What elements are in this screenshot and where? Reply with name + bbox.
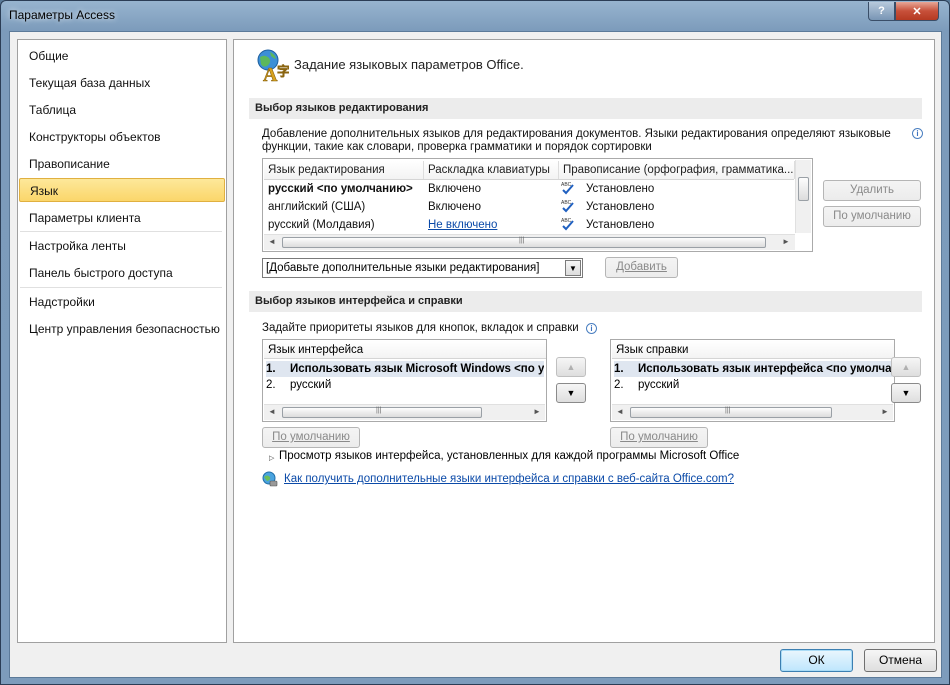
row-language[interactable]: русский <по умолчанию> bbox=[268, 180, 413, 198]
dropdown-arrow-icon[interactable]: ▼ bbox=[565, 260, 581, 276]
category-nav: Общие Текущая база данных Таблица Констр… bbox=[17, 39, 227, 643]
horizontal-scrollbar[interactable]: ◄ ||| ► bbox=[264, 234, 795, 250]
row-keyboard: Включено bbox=[428, 201, 482, 213]
move-down-button[interactable]: ▼ bbox=[556, 383, 586, 403]
scroll-thumb[interactable] bbox=[798, 177, 809, 201]
nav-item-language[interactable]: Язык bbox=[19, 178, 225, 202]
help-language-header: Язык справки bbox=[612, 341, 894, 359]
help-button[interactable]: ? bbox=[868, 2, 895, 21]
vertical-scrollbar[interactable] bbox=[795, 160, 811, 233]
editing-languages-section-title: Выбор языков редактирования bbox=[249, 98, 922, 119]
nav-separator bbox=[20, 231, 222, 232]
scroll-thumb[interactable] bbox=[630, 407, 832, 418]
display-language-list: Язык интерфейса 1. Использовать язык Micr… bbox=[262, 339, 547, 422]
language-globe-icon: A 字 bbox=[257, 49, 289, 82]
close-button[interactable]: ✕ bbox=[895, 2, 939, 21]
row-language[interactable]: английский (США) bbox=[268, 198, 365, 216]
nav-item-object-designers[interactable]: Конструкторы объектов bbox=[19, 125, 225, 149]
row-proofing: Установлено bbox=[586, 183, 655, 195]
nav-item-client-settings[interactable]: Параметры клиента bbox=[19, 206, 225, 230]
nav-item-current-database[interactable]: Текущая база данных bbox=[19, 71, 225, 95]
scroll-right-icon[interactable]: ► bbox=[529, 404, 545, 420]
add-language-button[interactable]: Добавить bbox=[605, 257, 678, 278]
editing-description-line2: функции, такие как словари, проверка гра… bbox=[262, 141, 652, 153]
scroll-left-icon[interactable]: ◄ bbox=[264, 404, 280, 420]
title-bar: Параметры Access ? ✕ bbox=[1, 1, 949, 31]
column-header-keyboard[interactable]: Раскладка клавиатуры bbox=[424, 161, 559, 179]
row-proofing: Установлено bbox=[586, 219, 655, 231]
scroll-thumb[interactable] bbox=[282, 407, 482, 418]
row-keyboard: Включено bbox=[428, 183, 482, 195]
column-header-proofing[interactable]: Правописание (орфография, грамматика... bbox=[559, 161, 795, 179]
display-default-button[interactable]: По умолчанию bbox=[262, 427, 360, 448]
svg-text:字: 字 bbox=[277, 64, 289, 79]
scroll-right-icon[interactable]: ► bbox=[778, 234, 794, 250]
scroll-right-icon[interactable]: ► bbox=[877, 404, 893, 420]
cancel-button[interactable]: Отмена bbox=[864, 649, 937, 672]
abc-check-icon: ABC bbox=[561, 182, 574, 195]
nav-item-quick-access-toolbar[interactable]: Панель быстрого доступа bbox=[19, 261, 225, 285]
scroll-left-icon[interactable]: ◄ bbox=[612, 404, 628, 420]
column-header-language[interactable]: Язык редактирования bbox=[264, 161, 424, 179]
nav-item-trust-center[interactable]: Центр управления безопасностью bbox=[19, 317, 225, 341]
help-language-list: Язык справки 1. Использовать язык интерфе… bbox=[610, 339, 895, 422]
dialog-window: Параметры Access ? ✕ Общие Текущая база … bbox=[0, 0, 950, 685]
add-language-combo[interactable]: [Добавьте дополнительные языки редактиро… bbox=[262, 258, 583, 278]
row-keyboard-link[interactable]: Не включено bbox=[428, 216, 497, 234]
panel-heading: Задание языковых параметров Office. bbox=[294, 57, 524, 72]
add-language-combo-value: [Добавьте дополнительные языки редактиро… bbox=[266, 262, 540, 274]
view-installed-languages-expander[interactable]: Просмотр языков интерфейса, установленны… bbox=[279, 450, 739, 462]
display-language-header: Язык интерфейса bbox=[264, 341, 546, 359]
row-proofing: Установлено bbox=[586, 201, 655, 213]
remove-language-button[interactable]: Удалить bbox=[823, 180, 921, 201]
svg-text:A: A bbox=[263, 64, 278, 82]
expand-arrow-icon[interactable]: ▷ bbox=[269, 454, 274, 462]
display-language-item[interactable]: 1. Использовать язык Microsoft Windows <п… bbox=[266, 361, 544, 377]
move-down-button[interactable]: ▼ bbox=[891, 383, 921, 403]
abc-check-icon: ABC bbox=[561, 200, 574, 213]
editing-languages-table: Язык редактирования Раскладка клавиатуры… bbox=[262, 158, 813, 252]
get-more-languages-link[interactable]: Как получить дополнительные языки интерф… bbox=[284, 473, 734, 485]
info-icon[interactable]: i bbox=[586, 323, 597, 334]
nav-item-add-ins[interactable]: Надстройки bbox=[19, 290, 225, 314]
ok-button[interactable]: ОК bbox=[780, 649, 853, 672]
grip-icon: ||| bbox=[519, 237, 525, 244]
set-default-language-button[interactable]: По умолчанию bbox=[823, 206, 921, 227]
horizontal-scrollbar[interactable]: ◄ ||| ► bbox=[612, 404, 893, 420]
nav-item-proofing[interactable]: Правописание bbox=[19, 152, 225, 176]
language-panel: A 字 Задание языковых параметров Office. … bbox=[233, 39, 935, 643]
scroll-left-icon[interactable]: ◄ bbox=[264, 234, 280, 250]
help-language-item[interactable]: 1. Использовать язык интерфейса <по умолч… bbox=[614, 361, 892, 377]
grip-icon: ||| bbox=[376, 407, 382, 414]
help-language-item[interactable]: 2. русский bbox=[614, 377, 892, 393]
ui-description: Задайте приоритеты языков для кнопок, вк… bbox=[262, 322, 579, 334]
row-language[interactable]: русский (Молдавия) bbox=[268, 216, 375, 234]
display-language-item[interactable]: 2. русский bbox=[266, 377, 544, 393]
nav-item-general[interactable]: Общие bbox=[19, 44, 225, 68]
horizontal-scrollbar[interactable]: ◄ ||| ► bbox=[264, 404, 545, 420]
window-title: Параметры Access bbox=[9, 8, 115, 22]
help-default-button[interactable]: По умолчанию bbox=[610, 427, 708, 448]
move-up-button[interactable]: ▲ bbox=[556, 357, 586, 377]
grip-icon: ||| bbox=[725, 407, 731, 414]
abc-check-icon: ABC bbox=[561, 218, 574, 231]
nav-item-datasheet[interactable]: Таблица bbox=[19, 98, 225, 122]
move-up-button[interactable]: ▲ bbox=[891, 357, 921, 377]
dialog-client: Общие Текущая база данных Таблица Констр… bbox=[9, 31, 942, 678]
editing-description-line1: Добавление дополнительных языков для ред… bbox=[262, 128, 891, 140]
nav-item-customize-ribbon[interactable]: Настройка ленты bbox=[19, 234, 225, 258]
nav-separator bbox=[20, 287, 222, 288]
ui-languages-section-title: Выбор языков интерфейса и справки bbox=[249, 291, 922, 312]
web-globe-icon bbox=[262, 471, 278, 487]
info-icon[interactable]: i bbox=[912, 128, 923, 139]
